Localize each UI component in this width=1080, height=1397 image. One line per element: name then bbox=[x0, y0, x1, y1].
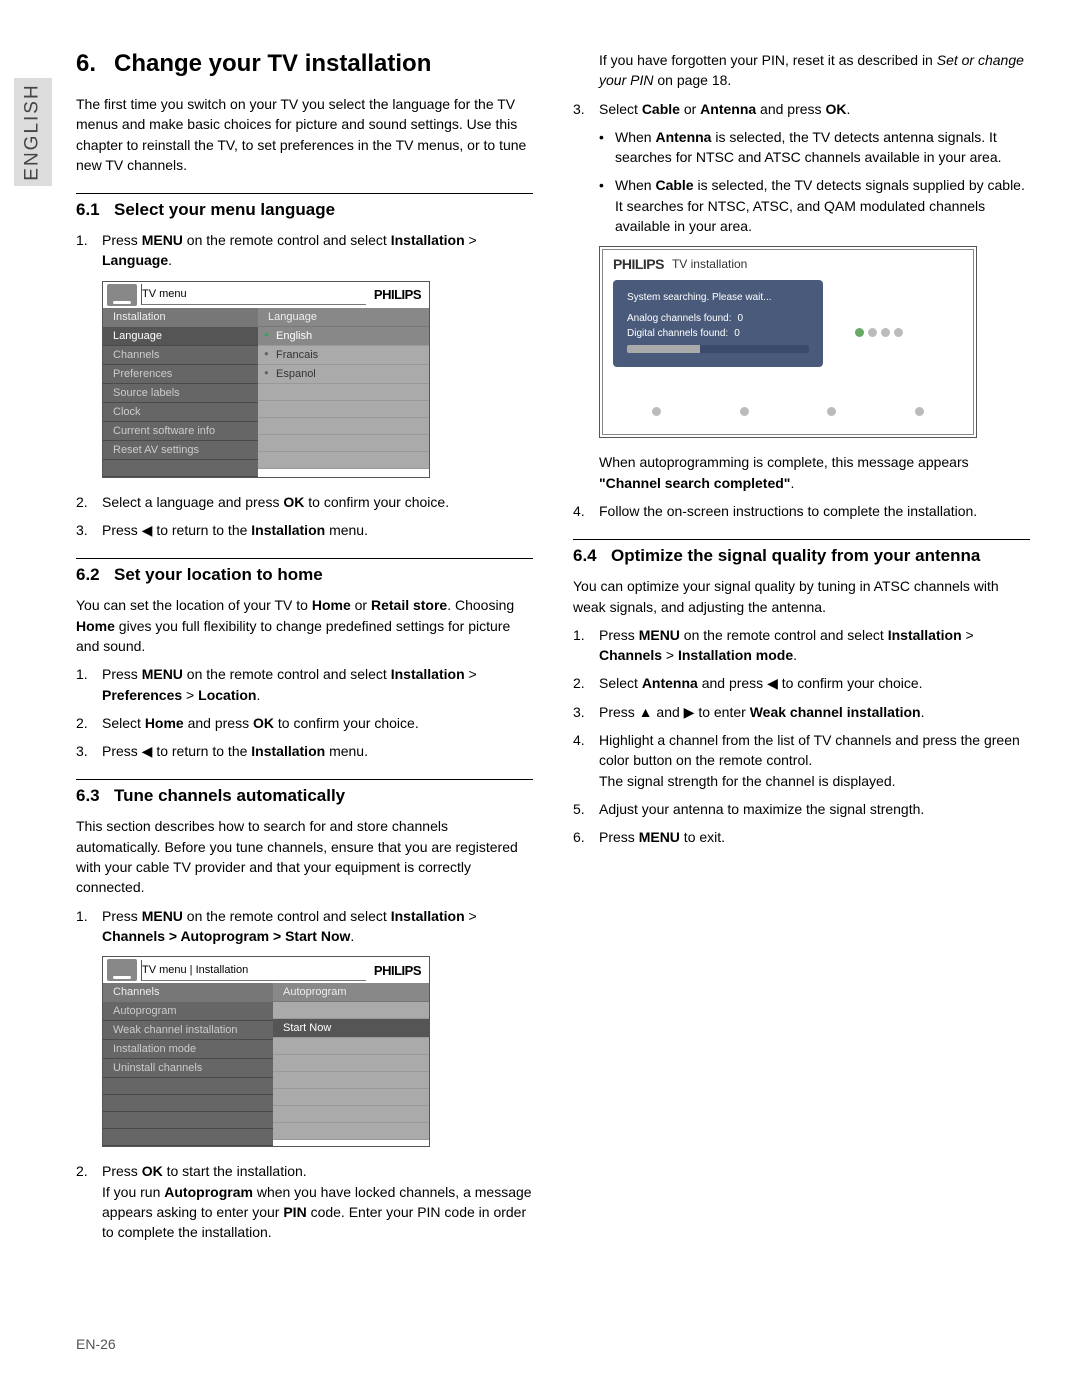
s62-step3: 3.Press ◀ to return to the Installation … bbox=[76, 741, 533, 761]
fig1-left-4: Clock bbox=[103, 403, 258, 422]
tv-icon bbox=[107, 284, 137, 306]
section-title: Select your menu language bbox=[114, 200, 335, 219]
section-6-1-heading: 6.1Select your menu language bbox=[76, 193, 533, 220]
s63-step4: 4.Follow the on-screen instructions to c… bbox=[573, 501, 1030, 521]
fig1-crumb: TV menu bbox=[141, 284, 366, 305]
fig1-left-header: Installation bbox=[103, 308, 258, 327]
s63-pin-note: If you have forgotten your PIN, reset it… bbox=[573, 50, 1030, 91]
tv-icon bbox=[107, 959, 137, 981]
s64-step6: 6.Press MENU to exit. bbox=[573, 827, 1030, 847]
s64-step5: 5.Adjust your antenna to maximize the si… bbox=[573, 799, 1030, 819]
fig2-brand: PHILIPS bbox=[366, 959, 429, 982]
fig2-right-header: Autoprogram bbox=[273, 983, 429, 1002]
s61-step2: 2.Select a language and press OK to conf… bbox=[76, 492, 533, 512]
fig3-color-dots bbox=[855, 328, 903, 337]
s64-step3: 3.Press ▲ and ▶ to enter Weak channel in… bbox=[573, 702, 1030, 722]
section-6-3-heading: 6.3Tune channels automatically bbox=[76, 779, 533, 806]
s63-step3: 3.Select Cable or Antenna and press OK. bbox=[573, 99, 1030, 119]
fig1-left-0: Language bbox=[103, 327, 258, 346]
s62-step2: 2.Select Home and press OK to confirm yo… bbox=[76, 713, 533, 733]
fig1-left-2: Preferences bbox=[103, 365, 258, 384]
s63-intro: This section describes how to search for… bbox=[76, 816, 533, 897]
s63-caption: When autoprogramming is complete, this m… bbox=[573, 452, 1030, 493]
figure-channel-search: PHILIPS TV installation System searching.… bbox=[599, 246, 977, 438]
s62-step1: 1.Press MENU on the remote control and s… bbox=[76, 664, 533, 705]
fig2-crumb: TV menu | Installation bbox=[141, 960, 366, 981]
chapter-intro: The first time you switch on your TV you… bbox=[76, 94, 533, 175]
fig2-left-header: Channels bbox=[103, 983, 273, 1002]
s62-intro: You can set the location of your TV to H… bbox=[76, 595, 533, 656]
s61-step1: 1.Press MENU on the remote control and s… bbox=[76, 230, 533, 271]
fig1-left-3: Source labels bbox=[103, 384, 258, 403]
s64-intro: You can optimize your signal quality by … bbox=[573, 576, 1030, 617]
fig1-right-0: English bbox=[258, 327, 429, 346]
s63-step1: 1.Press MENU on the remote control and s… bbox=[76, 906, 533, 947]
fig3-searching: System searching. Please wait... bbox=[627, 292, 809, 303]
section-num: 6.1 bbox=[76, 200, 114, 220]
language-tab-text: ENGLISH bbox=[22, 83, 44, 180]
s64-step4: 4.Highlight a channel from the list of T… bbox=[573, 730, 1030, 791]
fig3-brand: PHILIPS bbox=[613, 256, 664, 272]
fig1-left-1: Channels bbox=[103, 346, 258, 365]
chapter-title: 6.Change your TV installation bbox=[76, 50, 533, 78]
fig2-startnow: Start Now bbox=[273, 1019, 429, 1038]
s63-bullet-cable: When Cable is selected, the TV detects s… bbox=[599, 175, 1030, 236]
fig1-right-1: Francais bbox=[258, 346, 429, 365]
fig1-right-header: Language bbox=[258, 308, 429, 327]
s63-bullet-antenna: When Antenna is selected, the TV detects… bbox=[599, 127, 1030, 168]
fig1-left-5: Current software info bbox=[103, 422, 258, 441]
section-6-2-heading: 6.2Set your location to home bbox=[76, 558, 533, 585]
page-number: EN-26 bbox=[76, 1336, 116, 1352]
s61-step3: 3.Press ◀ to return to the Installation … bbox=[76, 520, 533, 540]
fig1-right-2: Espanol bbox=[258, 365, 429, 384]
s64-step1: 1.Press MENU on the remote control and s… bbox=[573, 625, 1030, 666]
figure-autoprogram: TV menu | Installation PHILIPS Channels … bbox=[102, 956, 430, 1147]
chapter-text: Change your TV installation bbox=[114, 50, 431, 77]
figure-tv-menu-language: TV menu PHILIPS Installation Language Ch… bbox=[102, 281, 430, 478]
fig1-left-6: Reset AV settings bbox=[103, 441, 258, 460]
section-6-4-heading: 6.4Optimize the signal quality from your… bbox=[573, 539, 1030, 566]
fig1-brand: PHILIPS bbox=[366, 283, 429, 306]
fig3-progress bbox=[627, 345, 809, 353]
fig3-bottom-dots bbox=[613, 407, 963, 416]
chapter-num: 6. bbox=[76, 50, 114, 78]
fig3-title: TV installation bbox=[672, 257, 747, 271]
s63-step2: 2.Press OK to start the installation.If … bbox=[76, 1161, 533, 1242]
s64-step2: 2.Select Antenna and press ◀ to confirm … bbox=[573, 673, 1030, 693]
language-tab: ENGLISH bbox=[14, 78, 52, 186]
